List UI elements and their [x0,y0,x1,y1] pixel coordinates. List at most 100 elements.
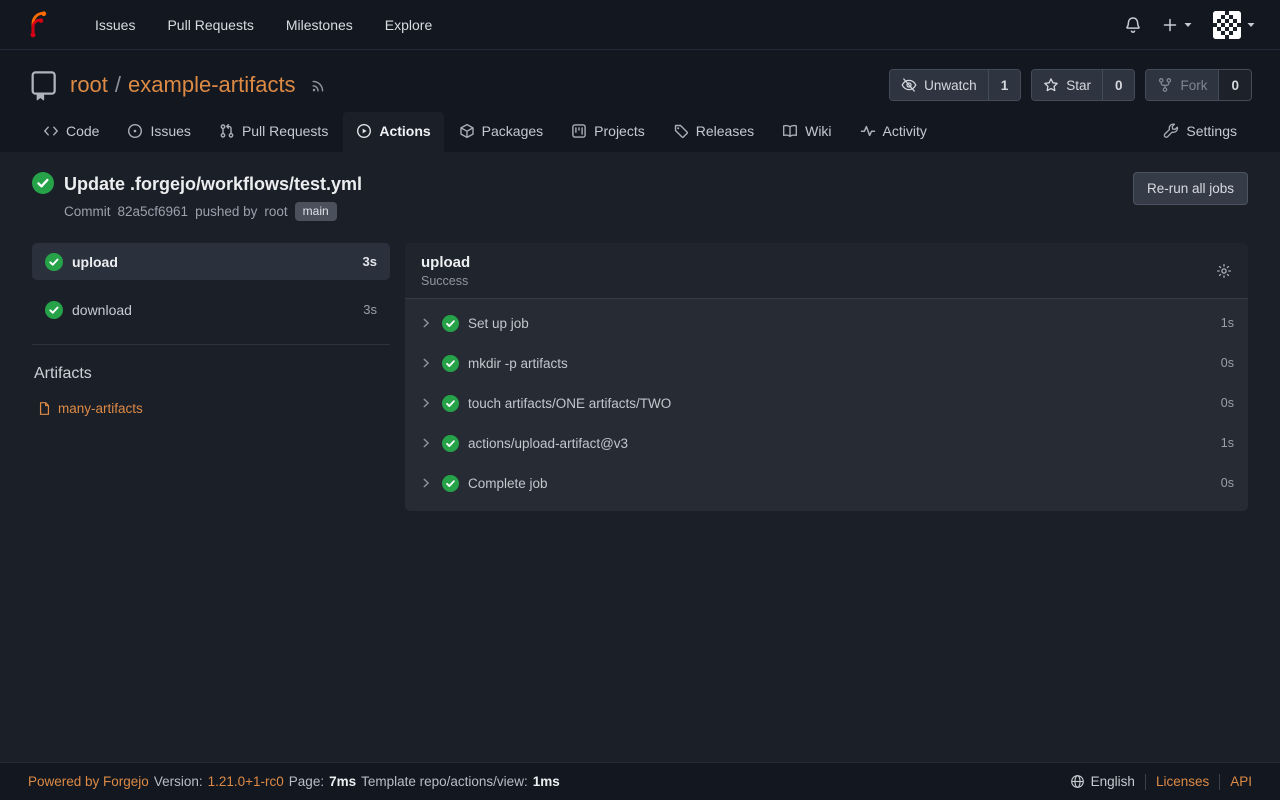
nav-pull-requests[interactable]: Pull Requests [153,9,267,41]
repo-name-link[interactable]: example-artifacts [128,72,296,98]
job-detail-panel: upload Success Set up job 1s [405,243,1248,511]
rss-feed-icon[interactable] [310,77,327,94]
repo-tabs: Code Issues Pull Requests Actions Packag… [28,112,1252,152]
forgejo-logo-icon[interactable] [24,11,51,38]
job-duration: 3s [363,254,377,269]
tab-code[interactable]: Code [30,112,112,152]
star-button-group: Star 0 [1031,69,1135,101]
job-detail-header: upload Success [405,243,1248,299]
repo-book-icon [28,69,60,101]
footer-info: Powered by Forgejo Version: 1.21.0+1-rc0… [28,774,560,789]
code-icon [43,123,59,139]
job-item-download[interactable]: download 3s [32,291,390,328]
plus-icon [1162,17,1178,33]
success-check-icon [32,172,54,194]
fork-icon [1157,77,1173,93]
step-row-complete-job[interactable]: Complete job 0s [405,463,1248,503]
branch-badge[interactable]: main [295,202,337,221]
sidebar-divider [32,344,390,345]
chevron-down-icon [1183,20,1193,30]
step-row-upload-artifact[interactable]: actions/upload-artifact@v3 1s [405,423,1248,463]
nav-issues[interactable]: Issues [81,9,149,41]
footer-links: English Licenses API [1070,774,1252,790]
nav-milestones[interactable]: Milestones [272,9,367,41]
pushed-by-text: pushed by [195,204,257,219]
tools-icon [1163,123,1179,139]
detail-job-status: Success [421,274,470,288]
job-steps-list: Set up job 1s mkdir -p artifacts 0s touc… [405,299,1248,511]
chevron-right-icon [419,316,433,330]
success-check-icon [442,315,459,332]
eye-slash-icon [901,77,917,93]
success-check-icon [442,395,459,412]
footer-divider [1145,774,1146,790]
pull-request-icon [219,123,235,139]
step-duration: 0s [1221,476,1234,490]
chevron-down-icon [1246,20,1256,30]
commit-prefix: Commit [64,204,111,219]
notifications-bell-icon[interactable] [1124,16,1142,34]
repo-owner-link[interactable]: root [70,72,108,98]
jobs-sidebar: upload 3s download 3s Artifacts many-art… [32,243,390,511]
forks-count[interactable]: 0 [1218,70,1251,100]
fork-button-group: Fork 0 [1145,69,1252,101]
step-duration: 1s [1221,316,1234,330]
tab-settings[interactable]: Settings [1150,112,1250,152]
gear-icon[interactable] [1216,263,1232,279]
pusher-link[interactable]: root [264,204,287,219]
template-time: 1ms [533,774,560,789]
book-icon [782,123,798,139]
licenses-link[interactable]: Licenses [1156,774,1209,789]
nav-explore[interactable]: Explore [371,9,446,41]
success-check-icon [442,435,459,452]
language-selector[interactable]: English [1070,774,1135,789]
step-row-setup-job[interactable]: Set up job 1s [405,303,1248,343]
user-menu-dropdown[interactable] [1213,11,1256,39]
file-icon [37,401,52,416]
unwatch-label: Unwatch [924,78,977,93]
tab-wiki[interactable]: Wiki [769,112,844,152]
tab-activity[interactable]: Activity [847,112,940,152]
watchers-count[interactable]: 1 [988,70,1021,100]
step-duration: 0s [1221,396,1234,410]
star-button[interactable]: Star [1032,70,1102,100]
globe-icon [1070,774,1085,789]
fork-label: Fork [1180,78,1207,93]
success-check-icon [442,475,459,492]
step-row-mkdir[interactable]: mkdir -p artifacts 0s [405,343,1248,383]
unwatch-button[interactable]: Unwatch [890,70,988,100]
chevron-right-icon [419,436,433,450]
step-duration: 0s [1221,356,1234,370]
chevron-right-icon [419,396,433,410]
package-icon [459,123,475,139]
job-item-upload[interactable]: upload 3s [32,243,390,280]
tab-releases[interactable]: Releases [660,112,767,152]
footer-divider [1219,774,1220,790]
tab-actions[interactable]: Actions [343,112,443,152]
step-row-touch[interactable]: touch artifacts/ONE artifacts/TWO 0s [405,383,1248,423]
tab-packages[interactable]: Packages [446,112,556,152]
breadcrumb-separator: / [115,72,121,98]
commit-hash-link[interactable]: 82a5cf6961 [118,204,189,219]
stars-count[interactable]: 0 [1102,70,1135,100]
tab-issues[interactable]: Issues [114,112,203,152]
nav-right-group [1124,11,1256,39]
api-link[interactable]: API [1230,774,1252,789]
project-board-icon [571,123,587,139]
avatar [1213,11,1241,39]
fork-button[interactable]: Fork [1146,70,1218,100]
repo-breadcrumb: root / example-artifacts [70,72,296,98]
powered-by-forgejo-link[interactable]: Powered by Forgejo [28,774,149,789]
tab-projects[interactable]: Projects [558,112,658,152]
issue-icon [127,123,143,139]
pulse-icon [860,123,876,139]
create-new-dropdown[interactable] [1162,17,1193,33]
run-title: Update .forgejo/workflows/test.yml [64,172,362,196]
repo-header: root / example-artifacts [0,50,1280,152]
rerun-all-jobs-button[interactable]: Re-run all jobs [1133,172,1248,205]
version-link[interactable]: 1.21.0+1-rc0 [208,774,284,789]
artifact-link-many-artifacts[interactable]: many-artifacts [37,401,390,416]
star-label: Star [1066,78,1091,93]
tab-pull-requests[interactable]: Pull Requests [206,112,341,152]
detail-job-name: upload [421,254,470,271]
